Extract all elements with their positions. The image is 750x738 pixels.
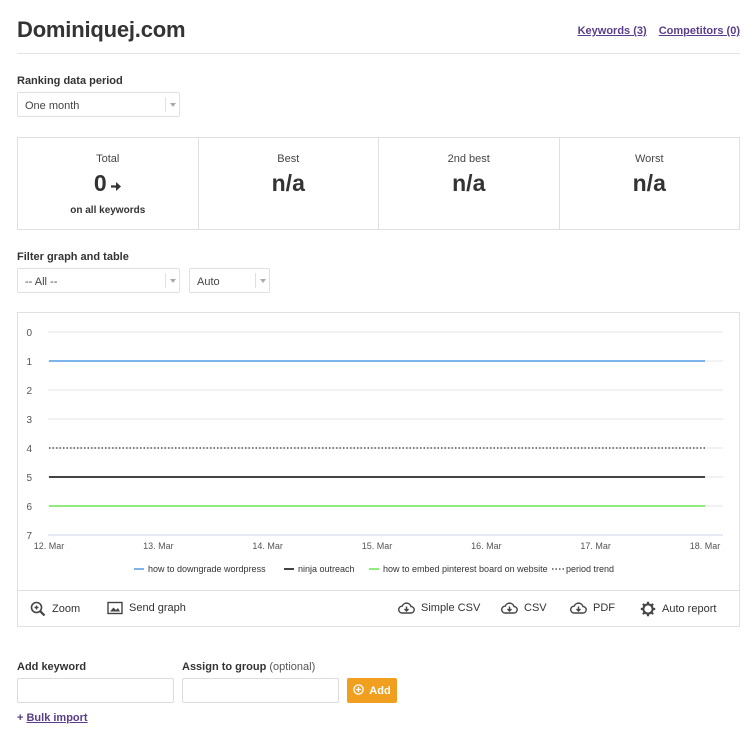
legend-item: period trend <box>566 564 614 574</box>
stat-value: n/a <box>271 170 305 196</box>
competitors-link[interactable]: Competitors (0) <box>659 25 740 37</box>
image-icon <box>107 601 123 615</box>
stat-sub: on all keywords <box>70 205 146 216</box>
pdf-button[interactable]: PDF <box>570 601 615 615</box>
y-tick-label: 0 <box>26 328 32 339</box>
group-input[interactable] <box>182 678 339 703</box>
page-header: Dominiquej.com Keywords (3) Competitors … <box>17 0 740 54</box>
stat-second-best: 2nd best n/a <box>379 138 560 229</box>
x-tick-label: 15. Mar <box>362 541 393 551</box>
filter-mode-value: Auto <box>197 276 220 288</box>
cloud-download-icon <box>398 601 415 615</box>
stat-total: Total 0 on all keywords <box>18 138 199 229</box>
add-button[interactable]: Add <box>347 678 397 703</box>
x-tick-label: 18. Mar <box>690 541 721 551</box>
zoom-button[interactable]: Zoom <box>30 601 80 617</box>
ranking-chart: 0 1 2 3 4 5 6 712. Mar 13. Mar 14. Mar 15. Mar 16. … <box>26 328 723 574</box>
stat-label: Best <box>277 153 300 165</box>
stat-worst: Worst n/a <box>560 138 740 229</box>
y-tick-label: 7 <box>26 531 32 542</box>
y-tick-label: 3 <box>26 415 32 426</box>
chevron-down-icon <box>165 97 179 112</box>
y-tick-label: 4 <box>26 444 32 455</box>
x-tick-label: 14. Mar <box>252 541 283 551</box>
legend-item: how to embed pinterest board on website <box>383 564 548 574</box>
stat-value: n/a <box>452 170 486 196</box>
send-graph-label: Send graph <box>129 602 186 614</box>
y-tick-label: 2 <box>26 386 32 397</box>
zoom-label: Zoom <box>52 603 81 615</box>
group-optional-label: (optional) <box>269 661 316 673</box>
pdf-label: PDF <box>593 602 615 614</box>
chevron-down-icon <box>165 273 179 288</box>
chart-toolbar: Zoom Send graph Simple CSV CSV PDF Auto … <box>18 590 739 627</box>
chevron-down-icon <box>255 273 269 288</box>
zoom-icon <box>30 601 46 617</box>
cloud-download-icon <box>501 601 518 615</box>
stat-value: 0 <box>18 170 198 198</box>
chart-panel: 0 1 2 3 4 5 6 7 12. Mar 13. Mar 14. Mar 15. Mar 16. … <box>17 312 740 627</box>
header-links: Keywords (3) Competitors (0) <box>569 25 740 37</box>
period-label: Ranking data period <box>17 75 123 87</box>
filter-keyword-select[interactable]: -- All -- <box>17 268 180 293</box>
stats-panel: Total 0 on all keywords Best n/a 2nd bes… <box>17 137 740 230</box>
legend-item: how to downgrade wordpress <box>148 564 266 574</box>
add-button-label: Add <box>369 684 391 697</box>
stat-best: Best n/a <box>199 138 379 229</box>
x-tick-label: 16. Mar <box>471 541 502 551</box>
y-tick-label: 6 <box>26 502 32 513</box>
bulk-import-label: Bulk import <box>26 712 88 724</box>
y-tick-label: 5 <box>26 473 32 484</box>
period-select[interactable]: One month <box>17 92 180 117</box>
auto-report-label: Auto report <box>662 603 717 615</box>
filter-keyword-value: -- All -- <box>25 276 58 288</box>
x-tick-label: 17. Mar <box>580 541 611 551</box>
simple-csv-label: Simple CSV <box>421 602 481 614</box>
stat-label: Total <box>96 153 120 165</box>
x-tick-label: 12. Mar <box>34 541 65 551</box>
send-graph-button[interactable]: Send graph <box>107 601 186 615</box>
x-tick-label: 13. Mar <box>143 541 174 551</box>
legend-item: ninja outreach <box>298 564 355 574</box>
gear-icon <box>640 601 656 617</box>
cloud-download-icon <box>570 601 587 615</box>
csv-button[interactable]: CSV <box>501 601 547 615</box>
simple-csv-button[interactable]: Simple CSV <box>398 601 480 615</box>
stat-label: 2nd best <box>447 153 490 165</box>
auto-report-button[interactable]: Auto report <box>640 601 716 617</box>
keywords-link[interactable]: Keywords (3) <box>578 25 647 37</box>
period-select-value: One month <box>25 100 80 112</box>
keyword-input[interactable] <box>17 678 174 703</box>
y-tick-label: 1 <box>26 357 32 368</box>
stat-value: n/a <box>632 170 666 196</box>
add-keyword-label: Add keyword <box>17 661 87 673</box>
filter-label: Filter graph and table <box>17 251 129 263</box>
stat-label: Worst <box>634 153 664 165</box>
page-title: Dominiquej.com <box>17 17 186 42</box>
bulk-import-link[interactable]: + Bulk import <box>17 712 88 724</box>
arrow-right-icon <box>110 171 122 198</box>
group-label: Assign to group (optional) <box>182 661 316 673</box>
plus-circle-icon <box>353 683 365 698</box>
csv-label: CSV <box>524 602 547 614</box>
filter-mode-select[interactable]: Auto <box>189 268 270 293</box>
